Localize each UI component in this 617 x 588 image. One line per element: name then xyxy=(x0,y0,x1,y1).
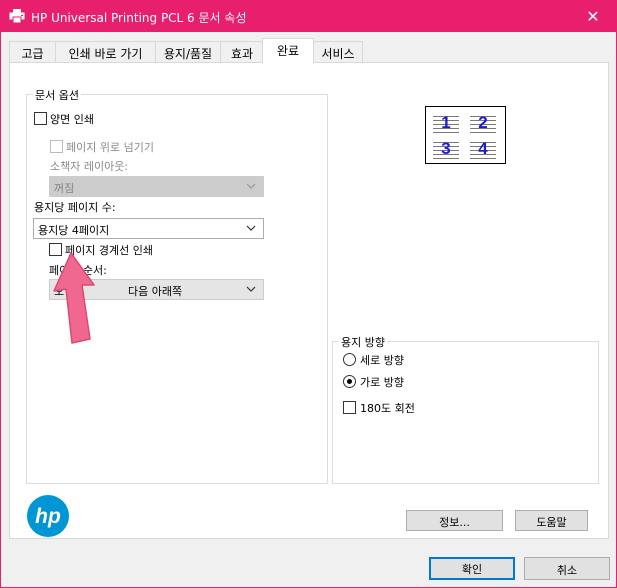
tab-effects[interactable]: 효과 xyxy=(220,41,264,62)
preview-page-3: 3 xyxy=(433,139,459,159)
printer-icon xyxy=(9,9,25,23)
title-bar: HP Universal Printing PCL 6 문서 속성 ✕ xyxy=(1,1,616,32)
pages-per-sheet-dropdown[interactable]: 용지당 4페이지 xyxy=(33,218,264,239)
tab-printing-shortcuts[interactable]: 인쇄 바로 가기 xyxy=(55,41,156,62)
preview-page-1: 1 xyxy=(433,113,459,133)
tab-services[interactable]: 서비스 xyxy=(313,41,363,62)
document-properties-window: HP Universal Printing PCL 6 문서 속성 ✕ 고급 인… xyxy=(0,0,617,588)
preview-number: 4 xyxy=(478,139,488,158)
chevron-down-icon xyxy=(246,286,256,292)
preview-number: 3 xyxy=(441,139,451,158)
hp-logo: hp xyxy=(27,495,69,537)
group-title: 문서 옵션 xyxy=(33,87,81,103)
flip-pages-checkbox[interactable] xyxy=(50,140,63,153)
landscape-radio[interactable] xyxy=(343,375,356,388)
preview-page-4: 4 xyxy=(470,139,496,159)
close-button[interactable]: ✕ xyxy=(570,1,616,32)
preview-page-2: 2 xyxy=(470,113,496,133)
ok-button[interactable]: 확인 xyxy=(429,557,515,580)
pages-per-sheet-value: 용지당 4페이지 xyxy=(38,224,110,237)
landscape-label: 가로 방향 xyxy=(360,376,404,389)
flip-pages-label: 페이지 위로 넘기기 xyxy=(66,141,154,154)
portrait-radio[interactable] xyxy=(343,353,356,366)
preview-number: 1 xyxy=(441,113,451,132)
page-order-value: 다음 아래쪽 xyxy=(128,285,183,298)
preview-number: 2 xyxy=(478,113,488,132)
svg-text:hp: hp xyxy=(35,505,61,528)
about-button[interactable]: 정보... xyxy=(406,510,503,531)
tab-paper-quality[interactable]: 용지/품질 xyxy=(155,41,221,62)
window-title: HP Universal Printing PCL 6 문서 속성 xyxy=(31,11,247,25)
help-button[interactable]: 도움말 xyxy=(515,510,588,531)
layout-preview: 1 2 3 4 xyxy=(425,106,506,164)
close-icon: ✕ xyxy=(586,7,600,26)
rotate-180-label: 180도 회전 xyxy=(360,402,415,415)
rotate-180-checkbox[interactable] xyxy=(343,401,356,414)
tab-finishing[interactable]: 완료 xyxy=(262,38,314,63)
cancel-button[interactable]: 취소 xyxy=(524,557,610,580)
pink-up-arrow xyxy=(53,252,95,344)
tab-advanced[interactable]: 고급 xyxy=(9,41,56,62)
portrait-label: 세로 방향 xyxy=(360,354,404,367)
booklet-layout-label: 소책자 레이아웃: xyxy=(50,160,129,173)
booklet-layout-value: 꺼짐 xyxy=(54,182,75,195)
duplex-checkbox[interactable] xyxy=(34,112,47,125)
group-title: 용지 방향 xyxy=(339,334,387,350)
booklet-layout-dropdown[interactable]: 꺼짐 xyxy=(49,176,264,197)
chevron-down-icon xyxy=(246,183,256,189)
pages-per-sheet-label: 용지당 페이지 수: xyxy=(34,201,116,214)
duplex-label: 양면 인쇄 xyxy=(50,113,94,126)
chevron-down-icon xyxy=(246,225,256,231)
